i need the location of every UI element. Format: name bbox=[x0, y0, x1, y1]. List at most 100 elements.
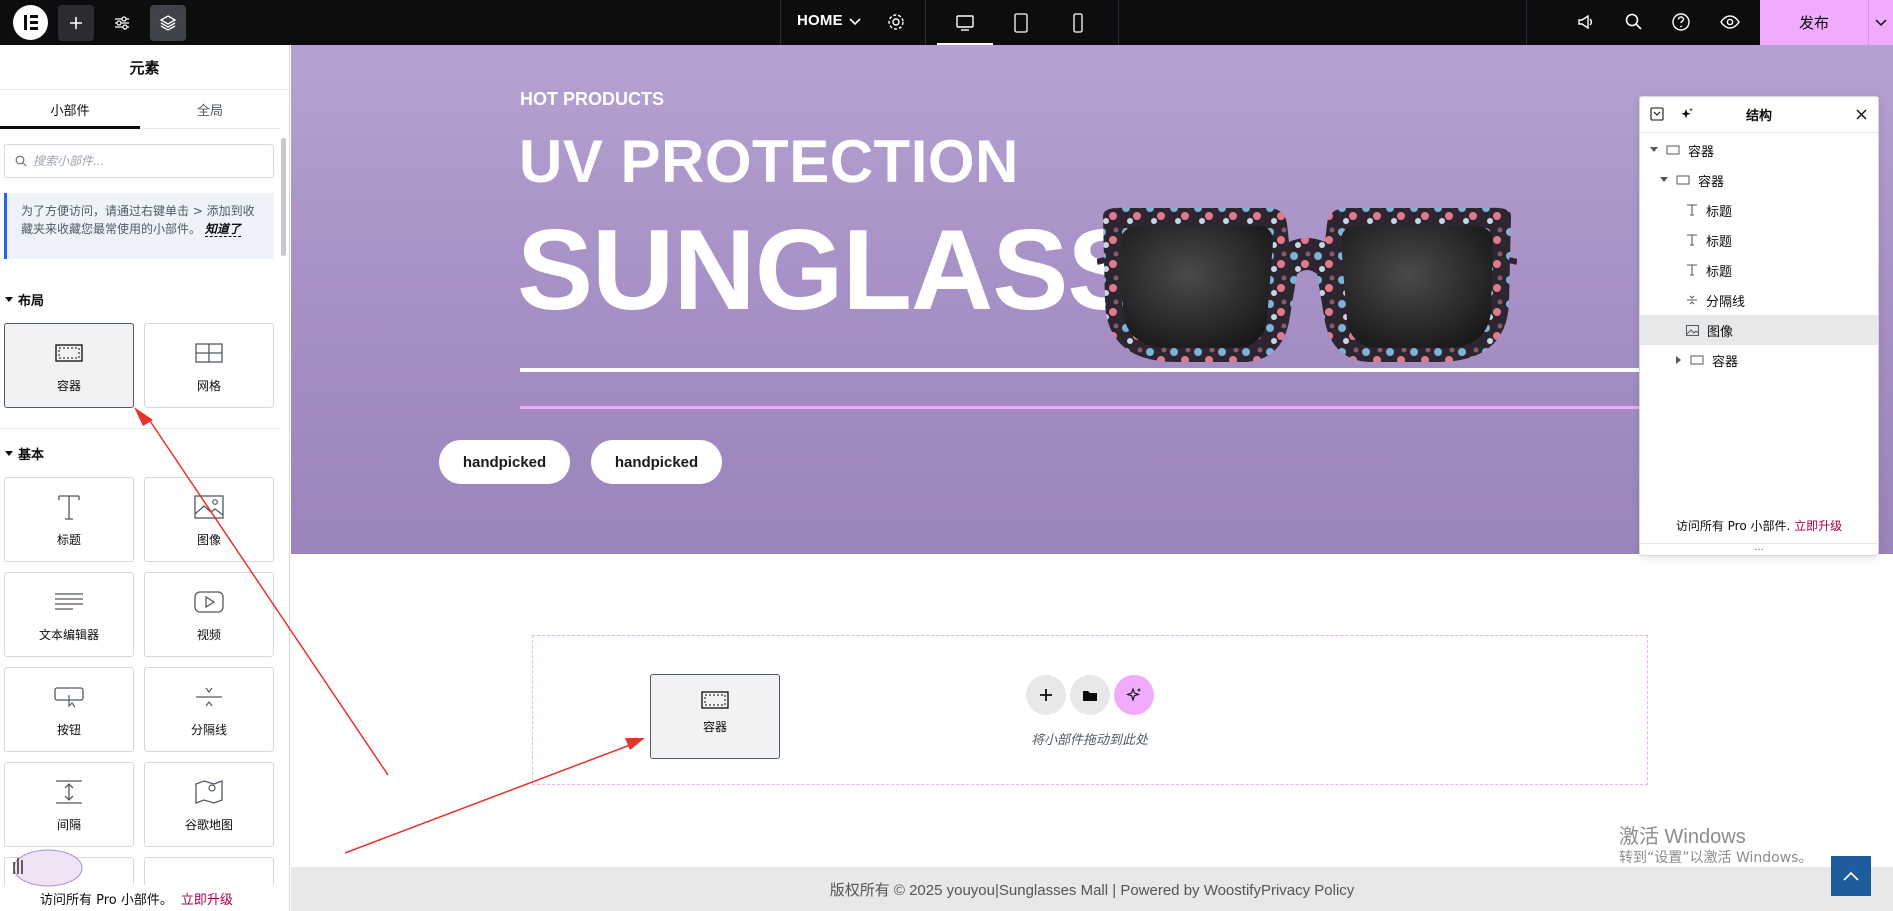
scroll-to-top-button[interactable] bbox=[1831, 856, 1871, 896]
container-icon bbox=[701, 691, 729, 709]
navigator-item-label: 容器 bbox=[1698, 174, 1725, 190]
whats-new-megaphone-icon[interactable] bbox=[1576, 12, 1596, 32]
section-basic-header[interactable]: 基本 bbox=[5, 444, 44, 463]
navigator-header: 结构 bbox=[1640, 97, 1878, 133]
sunglasses-image[interactable] bbox=[1097, 202, 1517, 372]
tab-global[interactable]: 全局 bbox=[140, 90, 280, 128]
windows-watermark-title: 激活 Windows bbox=[1619, 826, 1746, 848]
map-icon bbox=[195, 780, 223, 804]
widget-text-editor[interactable]: 文本编辑器 bbox=[4, 572, 134, 657]
widget-label: 图像 bbox=[196, 533, 221, 547]
widget-label: 标题 bbox=[56, 533, 81, 547]
chevron-up-icon bbox=[1843, 871, 1859, 881]
close-icon[interactable] bbox=[1856, 109, 1867, 120]
handpicked-button[interactable]: handpicked bbox=[591, 440, 722, 484]
widget-image[interactable]: 图像 bbox=[144, 477, 274, 562]
divider-icon bbox=[196, 687, 222, 707]
widget-search[interactable] bbox=[4, 144, 274, 178]
video-icon bbox=[194, 591, 224, 613]
top-bar-divider bbox=[1526, 0, 1527, 45]
navigator-item-label: 容器 bbox=[1688, 144, 1715, 160]
favorites-notice: 为了方便访问，请通过右键单击 > 添加到收藏夹来收藏您最常使用的小部件。 知道了 bbox=[4, 193, 274, 259]
navigator-upgrade-link[interactable]: 立即升级 bbox=[1794, 519, 1842, 533]
site-settings-button[interactable] bbox=[104, 5, 140, 41]
structure-button[interactable] bbox=[150, 5, 186, 41]
handpicked-button[interactable]: handpicked bbox=[439, 440, 570, 484]
widget-google-maps[interactable]: 谷歌地图 bbox=[144, 762, 274, 847]
navigator-item-container[interactable]: 容器 bbox=[1640, 135, 1878, 165]
navigator-item-label: 标题 bbox=[1706, 234, 1733, 250]
hero-headline[interactable]: UV PROTECTION bbox=[519, 127, 1019, 196]
ai-generate-button[interactable] bbox=[1114, 675, 1154, 715]
section-layout-label: 布局 bbox=[18, 294, 45, 309]
navigator-item-heading[interactable]: 标题 bbox=[1640, 195, 1878, 225]
caret-down-icon[interactable] bbox=[1660, 177, 1668, 183]
navigator-resize-handle[interactable]: ... bbox=[1640, 543, 1878, 555]
got-it-link[interactable]: 知道了 bbox=[204, 222, 241, 237]
copyright-text[interactable]: 版权所有 © 2025 youyou|Sunglasses Mall | Pow… bbox=[830, 879, 1355, 900]
ai-sparkle-icon[interactable] bbox=[1680, 107, 1694, 121]
collapse-all-icon[interactable] bbox=[1650, 107, 1664, 121]
widget-button[interactable]: 按钮 bbox=[4, 667, 134, 752]
widget-label: 间隔 bbox=[56, 818, 81, 832]
hero-accent-line[interactable] bbox=[520, 406, 1735, 409]
widget-grid[interactable]: 网格 bbox=[144, 323, 274, 408]
top-bar-divider bbox=[780, 0, 781, 45]
chevron-down-icon[interactable] bbox=[849, 17, 861, 27]
widget-container[interactable]: 容器 bbox=[4, 323, 134, 408]
navigator-footer: 访问所有 Pro 小部件. 立即升级 bbox=[1640, 517, 1878, 534]
image-icon bbox=[194, 495, 224, 519]
widget-heading[interactable]: 标题 bbox=[4, 477, 134, 562]
elementor-logo-icon[interactable] bbox=[13, 5, 48, 40]
page-settings-gear-icon[interactable] bbox=[887, 13, 905, 31]
panel-title: 元素 bbox=[0, 45, 289, 90]
navigator-item-container[interactable]: 容器 bbox=[1640, 345, 1878, 375]
site-footer: 版权所有 © 2025 youyou|Sunglasses Mall | Pow… bbox=[291, 867, 1893, 911]
navigator-item-image[interactable]: 图像 bbox=[1640, 315, 1878, 345]
mobile-view-button[interactable] bbox=[1050, 0, 1106, 45]
tab-widgets[interactable]: 小部件 bbox=[0, 90, 140, 129]
upgrade-link[interactable]: 立即升级 bbox=[181, 889, 233, 908]
panel-scrollbar[interactable] bbox=[281, 138, 286, 256]
dragged-container-ghost[interactable]: 容器 bbox=[650, 674, 780, 759]
add-section-button[interactable] bbox=[1026, 675, 1066, 715]
navigator-item-divider[interactable]: 分隔线 bbox=[1640, 285, 1878, 315]
hero-big-word[interactable]: SUNGLASS bbox=[517, 205, 1143, 336]
widget-divider[interactable]: 分隔线 bbox=[144, 667, 274, 752]
widget-spacer[interactable]: 间隔 bbox=[4, 762, 134, 847]
publish-options-button[interactable] bbox=[1868, 0, 1893, 45]
tablet-view-button[interactable] bbox=[993, 0, 1049, 45]
caret-down-icon[interactable] bbox=[1650, 147, 1658, 153]
ghost-label: 容器 bbox=[702, 720, 727, 734]
folder-icon bbox=[1083, 690, 1097, 701]
add-template-button[interactable] bbox=[1070, 675, 1110, 715]
desktop-view-button[interactable] bbox=[937, 0, 993, 45]
widget-label: 视频 bbox=[196, 628, 221, 642]
widget-label: 谷歌地图 bbox=[184, 818, 233, 832]
mobile-icon bbox=[1073, 12, 1083, 33]
widget-video[interactable]: 视频 bbox=[144, 572, 274, 657]
navigator-item-container[interactable]: 容器 bbox=[1640, 165, 1878, 195]
ai-sparkle-icon bbox=[1126, 687, 1141, 702]
widget-label: 文本编辑器 bbox=[38, 628, 99, 642]
navigator-item-heading[interactable]: 标题 bbox=[1640, 225, 1878, 255]
search-input[interactable] bbox=[33, 152, 263, 170]
help-icon[interactable] bbox=[1671, 12, 1691, 32]
publish-button[interactable]: 发布 bbox=[1760, 0, 1868, 45]
widget-label: 容器 bbox=[56, 379, 81, 393]
heading-icon bbox=[1687, 234, 1697, 246]
plus-icon bbox=[1040, 689, 1052, 701]
page-name-dropdown[interactable]: HOME bbox=[797, 12, 843, 29]
navigator-item-heading[interactable]: 标题 bbox=[1640, 255, 1878, 285]
caret-right-icon[interactable] bbox=[1676, 356, 1682, 364]
widget-label: 分隔线 bbox=[190, 723, 227, 737]
preview-eye-icon[interactable] bbox=[1719, 12, 1741, 32]
caret-down-icon bbox=[5, 451, 13, 456]
add-element-button[interactable] bbox=[58, 5, 94, 41]
search-icon bbox=[15, 155, 27, 167]
search-icon[interactable] bbox=[1624, 12, 1644, 32]
container-icon bbox=[55, 344, 83, 362]
hero-eyebrow[interactable]: HOT PRODUCTS bbox=[520, 89, 664, 110]
section-basic-label: 基本 bbox=[18, 448, 45, 463]
section-layout-header[interactable]: 布局 bbox=[5, 290, 44, 309]
